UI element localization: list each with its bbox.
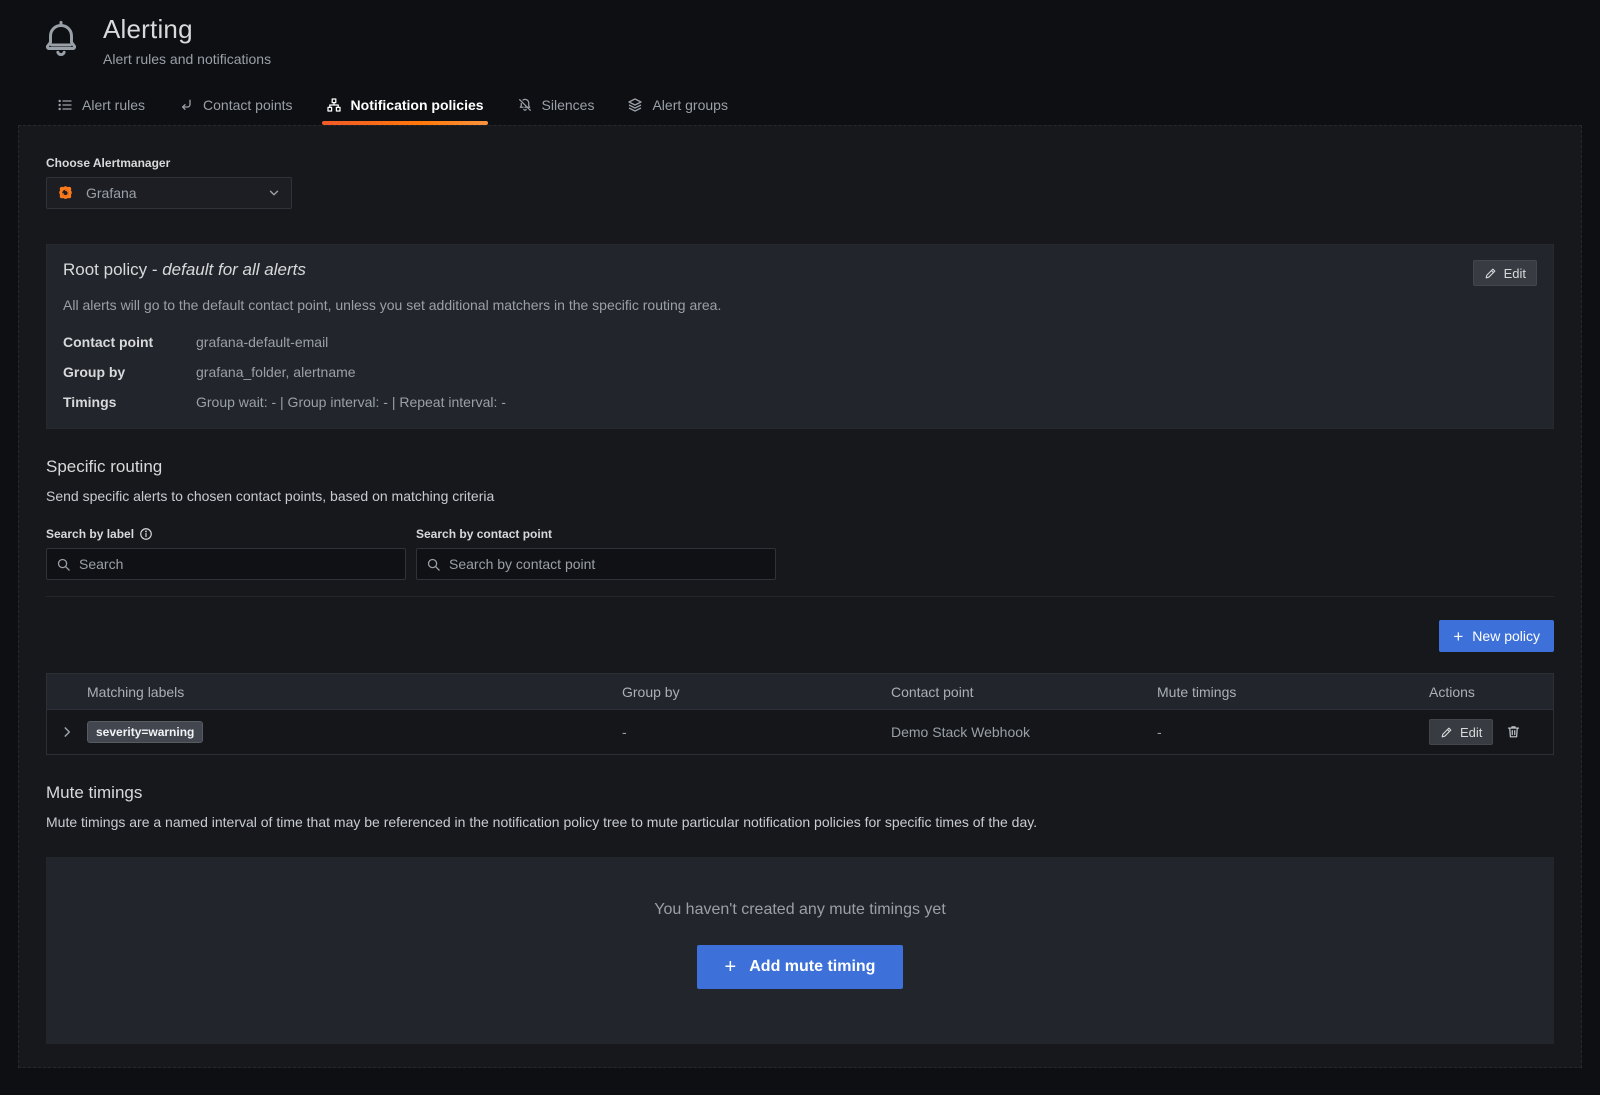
mute-timings-description: Mute timings are a named interval of tim…	[46, 814, 1554, 830]
root-policy-field-group-by: Group by grafana_folder, alertname	[63, 364, 1537, 380]
policy-table-header: Matching labels Group by Contact point M…	[47, 674, 1553, 709]
tab-label: Notification policies	[351, 97, 484, 113]
row-group-by: -	[622, 724, 891, 740]
tab-silences[interactable]: Silences	[517, 97, 595, 125]
search-by-contact-point-label: Search by contact point	[416, 527, 552, 541]
search-icon	[56, 557, 71, 572]
chevron-down-icon	[267, 186, 281, 200]
pencil-icon	[1484, 267, 1497, 280]
matching-label-badge: severity=warning	[87, 721, 203, 743]
mute-timings-title: Mute timings	[46, 783, 1554, 803]
root-policy-title: Root policy - default for all alerts	[63, 260, 306, 280]
reply-arrow-icon	[178, 97, 194, 113]
new-policy-button[interactable]: + New policy	[1439, 620, 1554, 652]
content-panel: Choose Alertmanager Grafana Root policy …	[18, 125, 1582, 1068]
tab-label: Contact points	[203, 97, 293, 113]
trash-icon	[1506, 724, 1521, 739]
col-contact-point: Contact point	[891, 684, 1157, 700]
plus-icon: +	[1453, 628, 1463, 645]
col-matching-labels: Matching labels	[87, 684, 622, 700]
row-contact-point: Demo Stack Webhook	[891, 724, 1157, 740]
new-policy-button-label: New policy	[1472, 628, 1540, 644]
mute-timings-empty-card: You haven't created any mute timings yet…	[46, 857, 1554, 1044]
tab-bar: Alert rules Contact points Notification …	[57, 97, 1600, 125]
tab-alert-groups[interactable]: Alert groups	[627, 97, 727, 125]
row-mute-timings: -	[1157, 724, 1429, 740]
search-icon	[426, 557, 441, 572]
sitemap-icon	[326, 97, 342, 113]
search-by-label-label: Search by label	[46, 527, 416, 541]
row-delete-button[interactable]	[1505, 724, 1521, 740]
col-actions: Actions	[1429, 684, 1553, 700]
policy-table-row: severity=warning - Demo Stack Webhook - …	[47, 709, 1553, 754]
bell-icon	[40, 16, 82, 62]
search-by-contact-point-input-wrap	[416, 548, 776, 580]
tab-alert-rules[interactable]: Alert rules	[57, 97, 145, 125]
alertmanager-value: Grafana	[86, 185, 267, 201]
edit-button-label: Edit	[1460, 725, 1482, 740]
list-icon	[57, 97, 73, 113]
info-icon	[139, 527, 153, 541]
pencil-icon	[1440, 726, 1453, 739]
tab-label: Silences	[542, 97, 595, 113]
layers-icon	[627, 97, 643, 113]
tab-label: Alert rules	[82, 97, 145, 113]
expand-row-button[interactable]	[47, 725, 87, 739]
tab-label: Alert groups	[652, 97, 727, 113]
col-mute-timings: Mute timings	[1157, 684, 1429, 700]
root-policy-edit-button[interactable]: Edit	[1473, 260, 1537, 286]
alertmanager-picker-label: Choose Alertmanager	[46, 156, 1554, 170]
bell-slash-icon	[517, 97, 533, 113]
search-by-label-input[interactable]	[79, 556, 396, 572]
tab-contact-points[interactable]: Contact points	[178, 97, 293, 125]
root-policy-description: All alerts will go to the default contac…	[63, 297, 1537, 313]
row-edit-button[interactable]: Edit	[1429, 719, 1493, 745]
edit-button-label: Edit	[1504, 266, 1526, 281]
policy-table: Matching labels Group by Contact point M…	[46, 673, 1554, 755]
divider	[46, 596, 1554, 597]
add-mute-timing-button-label: Add mute timing	[749, 958, 875, 976]
search-by-contact-point-input[interactable]	[449, 556, 766, 572]
specific-routing-description: Send specific alerts to chosen contact p…	[46, 488, 1554, 504]
root-policy-field-timings: Timings Group wait: - | Group interval: …	[63, 394, 1537, 410]
add-mute-timing-button[interactable]: + Add mute timing	[697, 945, 904, 989]
tab-notification-policies[interactable]: Notification policies	[326, 97, 484, 125]
root-policy-field-contact-point: Contact point grafana-default-email	[63, 334, 1537, 350]
search-by-label-input-wrap	[46, 548, 406, 580]
page-header: Alerting Alert rules and notifications	[0, 0, 1600, 67]
col-group-by: Group by	[622, 684, 891, 700]
mute-timings-empty-text: You haven't created any mute timings yet	[654, 901, 946, 919]
grafana-logo-icon	[57, 185, 74, 202]
root-policy-card: Root policy - default for all alerts Edi…	[46, 244, 1554, 429]
alertmanager-dropdown[interactable]: Grafana	[46, 177, 292, 209]
specific-routing-title: Specific routing	[46, 457, 1554, 477]
page-subtitle: Alert rules and notifications	[103, 51, 271, 67]
page-title: Alerting	[103, 14, 271, 45]
chevron-right-icon	[60, 725, 74, 739]
plus-icon: +	[725, 957, 737, 977]
